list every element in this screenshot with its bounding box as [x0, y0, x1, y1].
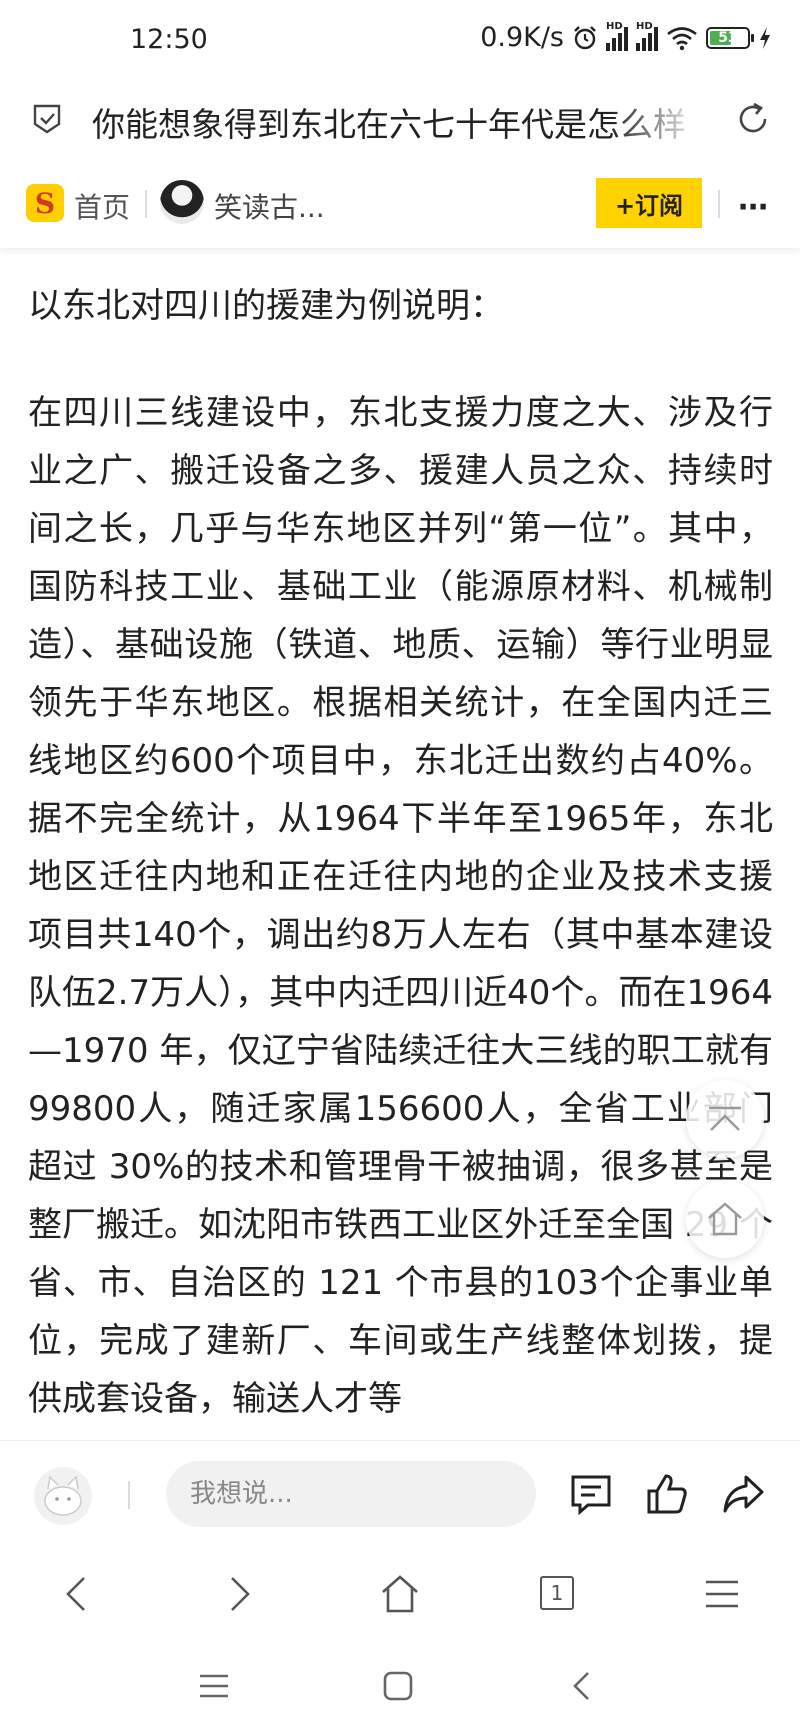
- battery-icon: 53: [706, 26, 754, 49]
- home-icon[interactable]: [378, 1572, 422, 1616]
- comment-input[interactable]: [166, 1461, 536, 1527]
- browser-toolbar: 1: [0, 1546, 800, 1646]
- user-avatar[interactable]: [34, 1467, 92, 1525]
- site-logo-icon[interactable]: S: [26, 184, 64, 222]
- signal-icon: HD: [606, 21, 628, 51]
- system-nav-bar: [0, 1646, 800, 1733]
- arrow-up-icon: [709, 1106, 741, 1131]
- more-options-icon[interactable]: ⋯: [738, 190, 770, 225]
- battery-level: 53: [718, 29, 738, 46]
- scroll-to-top-button[interactable]: [686, 1080, 764, 1158]
- home-icon: [708, 1202, 742, 1236]
- author-name[interactable]: 笑读古...: [214, 186, 325, 226]
- comment-bar: [0, 1440, 800, 1547]
- status-icons: 0.9K/s HD HD 53: [480, 21, 772, 53]
- signal-hd-badge: HD: [606, 20, 623, 32]
- shield-check-icon[interactable]: [30, 102, 64, 136]
- status-bar: 12:50 0.9K/s HD HD 53: [0, 0, 800, 88]
- network-speed: 0.9K/s: [480, 22, 564, 53]
- share-icon[interactable]: [720, 1471, 766, 1517]
- tabs-button[interactable]: 1: [540, 1576, 574, 1610]
- home-float-button[interactable]: [686, 1180, 764, 1258]
- recents-icon[interactable]: [194, 1666, 234, 1706]
- nav-divider-2: [718, 190, 720, 218]
- cat-avatar-icon: [44, 1475, 82, 1516]
- subscribe-button[interactable]: +订阅: [596, 178, 702, 228]
- article-lead-paragraph: 以东北对四川的援建为例说明：: [28, 286, 504, 326]
- home-link[interactable]: 首页: [74, 186, 130, 226]
- signal-icon-2: HD: [636, 21, 658, 51]
- menu-icon[interactable]: [700, 1572, 744, 1616]
- signal-hd-badge-2: HD: [636, 20, 653, 32]
- system-back-icon[interactable]: [562, 1666, 602, 1706]
- site-nav-bar: S 首页 笑读古... +订阅 ⋯: [0, 168, 800, 248]
- back-icon[interactable]: [56, 1572, 100, 1616]
- article-content: 以东北对四川的援建为例说明： 在四川三线建设中，东北支援力度之大、涉及行业之广、…: [28, 280, 773, 1544]
- charging-icon: [760, 26, 770, 49]
- title-bar: 你能想象得到东北在六七十年代是怎么样: [0, 88, 800, 168]
- tab-count: 1: [550, 1581, 564, 1605]
- author-avatar[interactable]: [160, 180, 204, 224]
- wifi-icon: [667, 26, 697, 50]
- comment-divider: [128, 1481, 130, 1509]
- like-icon[interactable]: [644, 1471, 690, 1517]
- reload-icon[interactable]: [734, 100, 772, 138]
- page-title: 你能想象得到东北在六七十年代是怎么样: [92, 105, 686, 144]
- forward-icon[interactable]: [216, 1572, 260, 1616]
- article-body-paragraph: 在四川三线建设中，东北支援力度之大、涉及行业之广、搬迁设备之多、援建人员之众、持…: [28, 393, 773, 1419]
- comments-icon[interactable]: [568, 1471, 614, 1517]
- status-time: 12:50: [130, 24, 208, 55]
- alarm-icon: [574, 25, 596, 49]
- system-home-icon[interactable]: [378, 1666, 418, 1706]
- nav-divider: [145, 190, 147, 218]
